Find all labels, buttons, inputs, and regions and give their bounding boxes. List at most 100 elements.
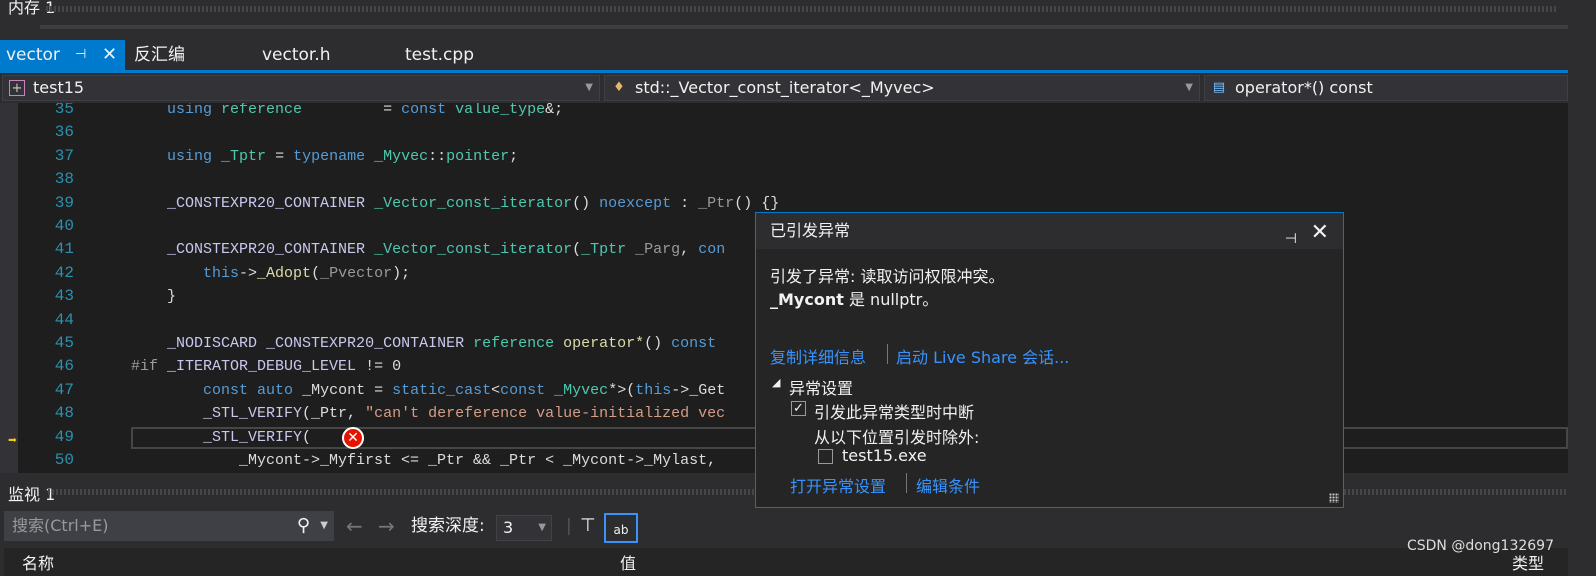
code-token: , (680, 241, 699, 259)
code-token: using (167, 147, 213, 165)
exception-settings-header[interactable]: 异常设置 (789, 375, 853, 399)
pin-filter-icon[interactable]: ⊤ (580, 511, 596, 541)
line-number: 35 (54, 103, 74, 118)
code-line[interactable]: 35 using reference = const value_type&; (0, 103, 1568, 121)
panel-grip[interactable] (46, 6, 1558, 12)
code-token: = (302, 103, 402, 118)
code-token: &; (545, 103, 564, 118)
code-token: this (635, 381, 672, 399)
close-icon[interactable]: ✕ (102, 40, 117, 70)
separator (906, 473, 907, 493)
popup-title: 已引发异常 (770, 221, 851, 240)
chevron-down-icon: ▼ (585, 82, 593, 93)
code-token: ; (509, 147, 519, 165)
code-token: _CONSTEXPR20_CONTAINER (167, 194, 366, 212)
code-token: != 0 (356, 358, 402, 376)
tab-vector-h[interactable]: vector.h (262, 40, 331, 70)
code-text: _STL_VERIFY( (131, 426, 311, 449)
code-token: _Myvec (374, 147, 429, 165)
member-dropdown[interactable]: ▤ operator*() const (1204, 75, 1568, 101)
code-token: _Vector_const_iterator (374, 241, 573, 259)
tab-vector[interactable]: vector ⊣ ✕ (0, 40, 125, 70)
pin-icon[interactable]: ⊣ (1285, 221, 1297, 257)
code-token: _Adopt (257, 264, 312, 282)
exception-popup: 已引发异常 ⊣ ✕ 引发了异常: 读取访问权限冲突。 _Mycont 是 nul… (755, 212, 1344, 508)
class-icon: ♦ (613, 80, 625, 95)
error-icon[interactable]: ✕ (342, 426, 364, 449)
code-token: ( (572, 241, 582, 259)
code-text: const auto _Mycont = static_cast<const _… (131, 379, 725, 402)
scope-dropdown[interactable]: ♦ std::_Vector_const_iterator<_Myvec> ▼ (604, 75, 1200, 101)
open-exception-settings-link[interactable]: 打开异常设置 (790, 473, 886, 497)
line-number: 47 (54, 380, 74, 399)
except-label: 从以下位置引发时除外: (814, 428, 980, 447)
separator (887, 344, 888, 364)
tab-view-icon[interactable]: ab (604, 513, 638, 543)
code-token: _CONSTEXPR20_CONTAINER (266, 335, 465, 352)
edit-conditions-link[interactable]: 编辑条件 (916, 473, 980, 497)
line-number: 48 (54, 404, 74, 423)
variable-name: _Mycont (770, 290, 844, 309)
exe-checkbox[interactable] (818, 449, 833, 464)
search-icon[interactable]: ⚲ (297, 511, 310, 541)
code-line[interactable]: 36 (0, 121, 1568, 144)
live-share-link[interactable]: 启动 Live Share 会话... (896, 344, 1069, 368)
member-value: operator*() const (1235, 78, 1373, 97)
code-token: const (203, 381, 249, 399)
break-checkbox[interactable]: ✓ (791, 401, 806, 416)
copy-details-link[interactable]: 复制详细信息 (770, 344, 866, 368)
code-token: typename (293, 147, 366, 165)
project-icon: + (9, 80, 25, 96)
tab-test-cpp[interactable]: test.cpp (405, 40, 474, 70)
tab-disassembly[interactable]: 反汇编 (134, 40, 185, 70)
code-line[interactable]: 37 using _Tptr = typename _Myvec::pointe… (0, 145, 1568, 168)
code-token: : (671, 194, 699, 212)
code-token: } (131, 288, 177, 306)
line-number: 45 (54, 334, 74, 352)
code-token: #if (131, 358, 159, 376)
search-depth-label: 搜索深度: (411, 516, 485, 536)
watch-search-input[interactable]: 搜索(Ctrl+E) ⚲ ▼ (4, 511, 334, 541)
close-icon[interactable]: ✕ (1311, 215, 1329, 251)
collapse-triangle-icon[interactable]: ◢ (772, 376, 780, 389)
project-dropdown[interactable]: + test15 ▼ (2, 75, 600, 101)
code-token: value_type (455, 103, 546, 118)
horizontal-scrollbar[interactable] (40, 25, 1568, 29)
exe-label: test15.exe (842, 446, 927, 465)
exception-detail: _Mycont 是 nullptr。 (770, 286, 938, 310)
search-depth-dropdown[interactable]: 3 ▼ (496, 515, 552, 541)
line-number: 36 (54, 123, 74, 142)
resize-grip[interactable] (1329, 493, 1339, 503)
code-token: ( (302, 428, 312, 446)
forward-arrow-icon[interactable]: → (378, 511, 395, 541)
column-value[interactable]: 值 (620, 550, 636, 574)
code-token: ( (311, 264, 321, 282)
code-token: auto (257, 381, 294, 399)
back-arrow-icon[interactable]: ← (346, 511, 363, 541)
code-text: } (131, 285, 176, 308)
code-token: _Pvector (320, 264, 393, 282)
column-name[interactable]: 名称 (22, 550, 54, 574)
code-token: using (167, 103, 213, 118)
chevron-down-icon: ▼ (538, 522, 546, 533)
code-text: _STL_VERIFY(_Ptr, "can't dereference val… (131, 402, 725, 425)
detail-text: 是 nullptr。 (843, 290, 939, 309)
line-number: 37 (54, 146, 74, 165)
code-token: () (644, 335, 672, 352)
pin-icon[interactable]: ⊣ (75, 40, 86, 70)
chevron-down-icon[interactable]: ▼ (320, 511, 328, 541)
code-token: static_cast (392, 381, 492, 399)
code-token: *>( (608, 381, 636, 399)
code-line[interactable]: 38 (0, 168, 1568, 191)
code-text: _NODISCARD _CONSTEXPR20_CONTAINER refere… (131, 332, 716, 355)
code-token: _Vector_const_iterator (374, 194, 573, 212)
chevron-down-icon: ▼ (1185, 82, 1193, 93)
line-number: 43 (54, 287, 74, 306)
project-value: test15 (33, 78, 85, 97)
